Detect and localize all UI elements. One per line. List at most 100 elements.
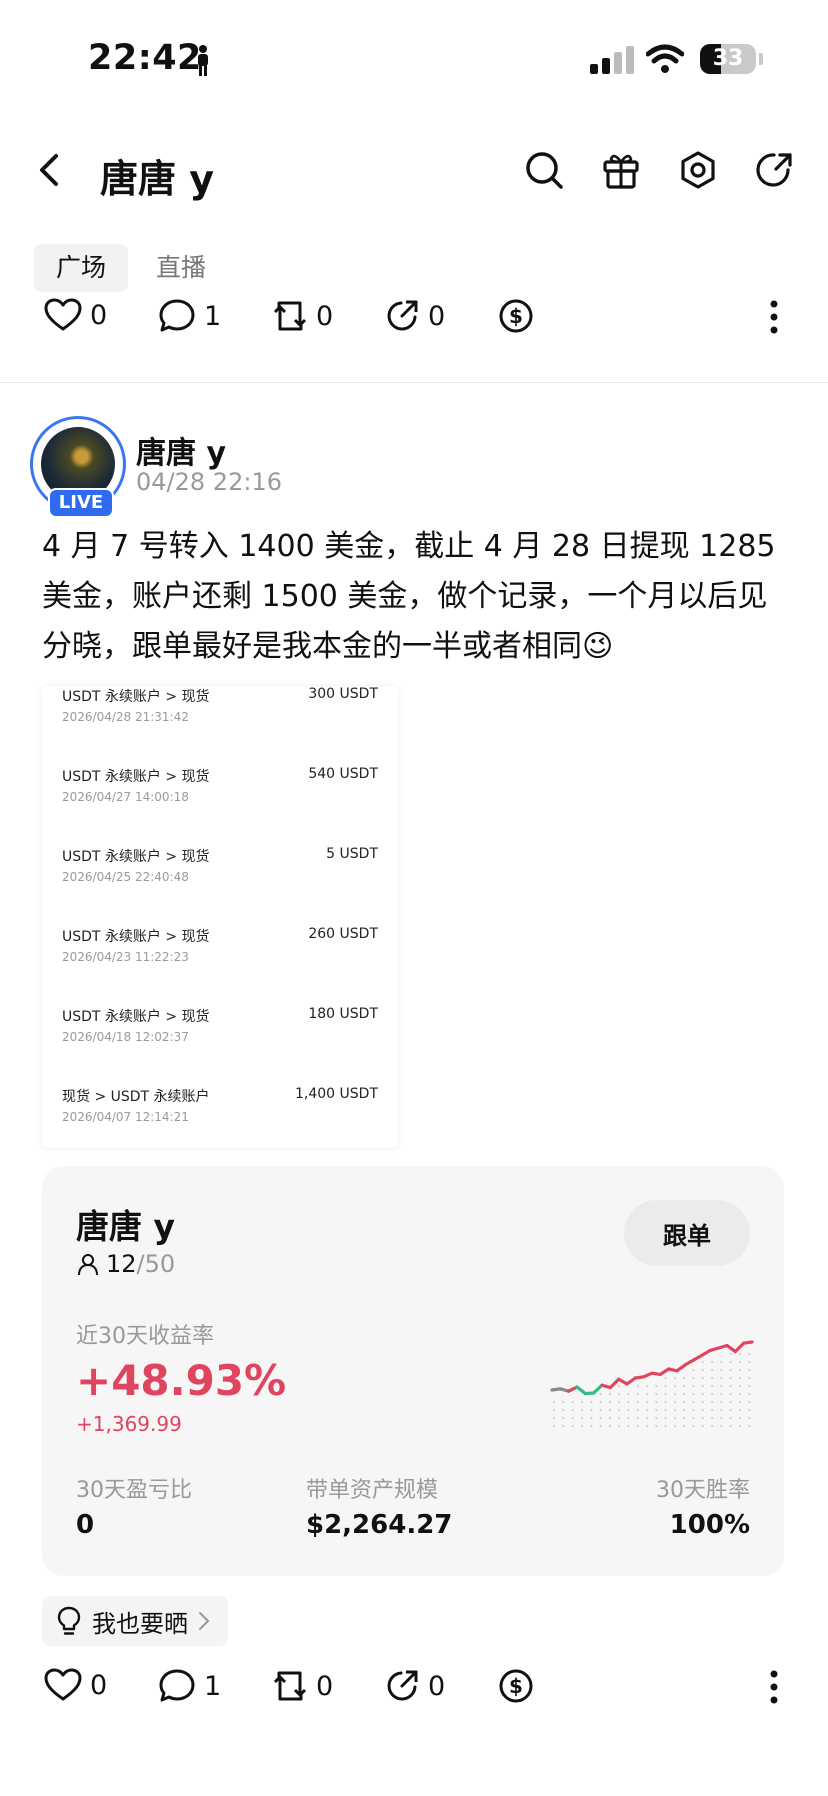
sparkline-fill-dot: [655, 1416, 658, 1420]
transfer-row: USDT 永续账户 > 现货 5 USDT 2026/04/25 22:40:4…: [42, 846, 398, 926]
transfer-label: USDT 永续账户 > 现货: [62, 1009, 210, 1025]
return-label: 近30天收益率: [76, 1324, 214, 1349]
sparkline-fill-dot: [748, 1416, 751, 1420]
sparkline-fill-dot: [692, 1424, 695, 1428]
sparkline-fill-dot: [683, 1424, 686, 1428]
like-count: 0: [90, 1669, 108, 1701]
sparkline-fill-dot: [673, 1424, 676, 1428]
repost-count: 0: [316, 300, 334, 332]
transfer-row: USDT 永续账户 > 现货 260 USDT 2026/04/23 11:22…: [42, 926, 398, 1006]
repost-button[interactable]: 0: [272, 1668, 333, 1704]
stat-label: 30天盈亏比: [76, 1478, 192, 1503]
sparkline-fill-dot: [738, 1392, 742, 1396]
tip-dollar-icon[interactable]: $: [498, 1668, 534, 1704]
sparkline-fill-dot: [738, 1424, 742, 1428]
gift-icon[interactable]: [602, 150, 640, 190]
transfer-amount: 260 USDT: [308, 926, 378, 942]
sparkline-fill-dot: [729, 1400, 732, 1404]
sparkline-fill-dot: [738, 1384, 742, 1388]
sparkline-fill-dot: [701, 1392, 704, 1396]
sparkline-fill-dot: [729, 1408, 732, 1412]
sparkline-fill-dot: [720, 1384, 723, 1388]
sparkline-fill-dot: [627, 1424, 630, 1428]
tip-dollar-icon[interactable]: $: [498, 298, 534, 334]
sparkline-fill-dot: [608, 1400, 611, 1404]
sparkline-fill-dot: [636, 1392, 639, 1396]
lightbulb-icon: [57, 1606, 81, 1635]
sparkline-fill-dot: [645, 1384, 649, 1388]
share-too-chip[interactable]: 我也要晒: [42, 1596, 228, 1646]
sparkline-fill-dot: [571, 1408, 574, 1412]
sparkline-fill-dot: [738, 1408, 742, 1412]
sparkline-fill-dot: [580, 1416, 583, 1420]
sparkline-fill-dot: [729, 1376, 732, 1380]
transfer-label: USDT 永续账户 > 现货: [62, 929, 210, 945]
sparkline-fill-dot: [655, 1424, 658, 1428]
sparkline-fill-dot: [590, 1424, 593, 1428]
post-image-transfers[interactable]: USDT 永续账户 > 现货 300 USDT 2026/04/28 21:31…: [42, 686, 398, 1148]
stat-label: 带单资产规模: [306, 1478, 439, 1503]
search-icon[interactable]: [524, 150, 564, 190]
post-author[interactable]: 唐唐 y: [136, 428, 226, 472]
cellular-signal-icon: [590, 46, 634, 74]
post-time: 04/28 22:16: [136, 468, 282, 496]
tab-live[interactable]: 直播: [134, 244, 228, 292]
comment-button[interactable]: 1: [158, 1668, 221, 1704]
sparkline-fill-dot: [738, 1352, 742, 1356]
copy-trade-button[interactable]: 跟单: [624, 1200, 750, 1266]
sparkline-fill-dot: [692, 1416, 695, 1420]
user-icon: [78, 1254, 98, 1276]
sparkline-fill-dot: [711, 1424, 714, 1428]
live-badge[interactable]: LIVE: [48, 488, 114, 518]
follower-count: 12/50: [76, 1250, 175, 1278]
sparkline-fill-dot: [627, 1408, 630, 1412]
transfer-amount: 5 USDT: [326, 846, 378, 862]
transfer-row: USDT 永续账户 > 现货 300 USDT 2026/04/28 21:31…: [42, 686, 398, 766]
sparkline-fill-dot: [636, 1408, 639, 1412]
share-post-button[interactable]: 0: [384, 298, 445, 334]
sparkline-fill-dot: [748, 1368, 751, 1372]
share-icon[interactable]: [754, 150, 794, 190]
status-time: 22:42: [88, 38, 202, 78]
sparkline-fill-dot: [552, 1408, 556, 1412]
sparkline-fill-dot: [738, 1400, 742, 1404]
transfer-date: 2026/04/07 12:14:21: [62, 1110, 189, 1124]
sparkline-fill-dot: [636, 1424, 639, 1428]
more-icon[interactable]: [770, 1670, 778, 1704]
sparkline-segment: [592, 1383, 604, 1395]
sparkline-fill-dot: [683, 1408, 686, 1412]
repost-button[interactable]: 0: [272, 298, 333, 334]
back-icon[interactable]: [36, 152, 64, 188]
sparkline-fill-dot: [590, 1408, 593, 1412]
settings-icon[interactable]: [678, 150, 718, 190]
post-text: 4 月 7 号转入 1400 美金，截止 4 月 28 日提现 1285 美金，…: [42, 529, 776, 664]
sparkline-fill-dot: [711, 1416, 714, 1420]
more-icon[interactable]: [770, 300, 778, 334]
return-amount: +1,369.99: [76, 1412, 182, 1436]
sparkline-fill-dot: [683, 1400, 686, 1404]
sparkline-fill-dot: [711, 1392, 714, 1396]
sparkline-fill-dot: [720, 1368, 723, 1372]
sparkline-fill-dot: [701, 1384, 704, 1388]
sparkline-fill-dot: [562, 1416, 565, 1420]
comment-button[interactable]: 1: [158, 298, 221, 334]
sparkline-fill-dot: [562, 1408, 565, 1412]
sparkline-fill-dot: [729, 1424, 732, 1428]
sparkline-fill-dot: [580, 1400, 583, 1404]
sparkline-fill-dot: [673, 1400, 676, 1404]
like-button[interactable]: 0: [44, 298, 107, 332]
like-button[interactable]: 0: [44, 1668, 107, 1702]
sparkline-fill-dot: [701, 1416, 704, 1420]
transfer-amount: 180 USDT: [308, 1006, 378, 1022]
sparkline-fill-dot: [673, 1384, 676, 1388]
sparkline-fill-dot: [664, 1408, 667, 1412]
tab-square[interactable]: 广场: [34, 244, 129, 292]
sparkline-fill-dot: [618, 1400, 621, 1404]
sparkline-fill-dot: [711, 1400, 714, 1404]
share-post-button[interactable]: 0: [384, 1668, 445, 1704]
sparkline-fill-dot: [608, 1424, 611, 1428]
sparkline-fill-dot: [618, 1384, 621, 1388]
sparkline-fill-dot: [664, 1424, 667, 1428]
sparkline-fill-dot: [645, 1392, 649, 1396]
sparkline-fill-dot: [571, 1416, 574, 1420]
